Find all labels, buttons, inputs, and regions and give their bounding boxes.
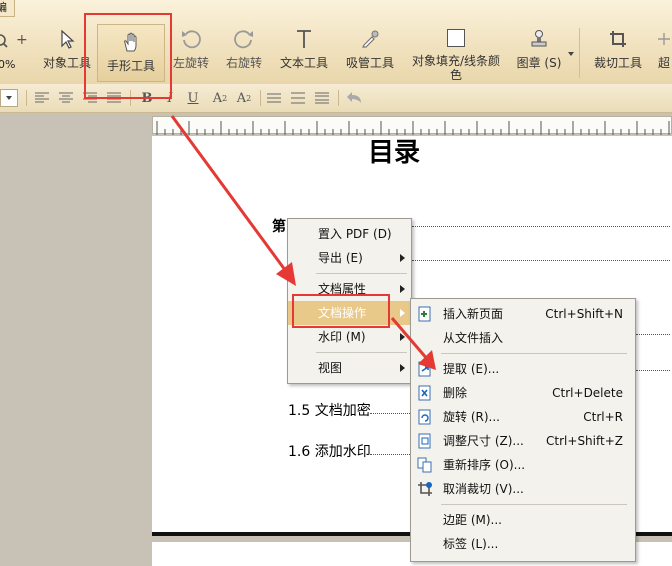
page-title: 目录 xyxy=(368,138,421,168)
crop-tool-button[interactable]: 裁切工具 xyxy=(590,22,646,82)
toc-leader xyxy=(412,226,670,227)
zoom-level: 0% xyxy=(0,58,16,71)
zoom-control[interactable]: + 0% xyxy=(0,30,28,80)
submenu-item-uncrop[interactable]: 取消裁切 (V)... xyxy=(411,477,635,501)
submenu-arrow-icon xyxy=(400,309,405,317)
zoom-in-icon[interactable]: + xyxy=(16,32,28,48)
menu-separator xyxy=(316,273,407,274)
submenu-item-resize[interactable]: 调整尺寸 (Z)... Ctrl+Shift+Z xyxy=(411,429,635,453)
toc-leader xyxy=(636,370,670,371)
submenu-item-insert-new-page[interactable]: 插入新页面 Ctrl+Shift+N xyxy=(411,302,635,326)
submenu-item-insert-from-file[interactable]: 从文件插入 xyxy=(411,326,635,350)
format-separator xyxy=(338,90,339,106)
menu-item-watermark[interactable]: 水印 (M) xyxy=(288,325,411,349)
format-separator xyxy=(260,90,261,106)
fill-color-button[interactable]: 对象填充/线条颜 色 xyxy=(408,22,504,82)
rotate-left-icon xyxy=(180,28,202,50)
stamp-icon xyxy=(528,28,550,50)
toc-leader xyxy=(412,260,670,261)
undo-icon[interactable] xyxy=(344,89,364,107)
stamp-button[interactable]: 图章 (S) xyxy=(514,22,564,82)
line-spacing-3-icon[interactable] xyxy=(314,89,330,107)
more-icon xyxy=(656,28,672,50)
highlight-document-operations xyxy=(292,294,390,328)
more-tool-button[interactable]: 超 xyxy=(656,22,672,82)
delete-page-icon xyxy=(418,385,431,401)
rotate-page-icon xyxy=(418,409,431,425)
superscript-button[interactable]: A2 xyxy=(210,89,230,107)
menu-separator xyxy=(441,504,627,505)
submenu-arrow-icon xyxy=(400,254,405,262)
line-spacing-1-icon[interactable] xyxy=(266,89,282,107)
reorder-pages-icon xyxy=(417,457,432,473)
uncrop-icon xyxy=(418,482,432,496)
format-separator xyxy=(26,90,27,106)
line-spacing-2-icon[interactable] xyxy=(290,89,306,107)
submenu-item-rotate[interactable]: 旋转 (R)... Ctrl+R xyxy=(411,405,635,429)
insert-page-icon xyxy=(418,306,431,322)
toc-heading: 第 xyxy=(272,219,286,235)
toc-leader xyxy=(370,413,410,414)
menu-separator xyxy=(316,352,407,353)
eyedropper-icon xyxy=(359,28,381,50)
menu-item-import-pdf[interactable]: 置入 PDF (D) xyxy=(288,222,411,246)
eyedropper-button[interactable]: 吸管工具 xyxy=(342,22,398,82)
toc-leader xyxy=(370,454,410,455)
submenu-arrow-icon xyxy=(400,333,405,341)
extract-page-icon xyxy=(418,361,431,377)
submenu-item-delete[interactable]: 删除 Ctrl+Delete xyxy=(411,381,635,405)
arrow-cursor-icon xyxy=(56,28,78,50)
text-tool-button[interactable]: 文本工具 xyxy=(276,22,332,82)
menu-separator xyxy=(441,353,627,354)
submenu-arrow-icon xyxy=(400,285,405,293)
submenu-item-margins[interactable]: 边距 (M)... xyxy=(411,508,635,532)
submenu-item-labels[interactable]: 标签 (L)... xyxy=(411,532,635,556)
toc-leader xyxy=(636,334,670,335)
align-left-icon[interactable] xyxy=(34,89,50,107)
tab-edit[interactable]: 编辑 xyxy=(0,0,15,17)
zoom-search-icon xyxy=(0,34,8,48)
menu-item-view[interactable]: 视图 xyxy=(288,356,411,380)
align-center-icon[interactable] xyxy=(58,89,74,107)
toc-entry[interactable]: 1.5 文档加密 xyxy=(288,400,371,420)
stamp-dropdown-icon[interactable] xyxy=(568,52,574,56)
ribbon-separator xyxy=(579,28,580,78)
submenu-arrow-icon xyxy=(400,364,405,372)
fill-color-icon xyxy=(445,28,467,48)
resize-page-icon xyxy=(418,433,431,449)
submenu-item-reorder[interactable]: 重新排序 (O)... xyxy=(411,453,635,477)
document-operations-submenu: 插入新页面 Ctrl+Shift+N 从文件插入 提取 (E)... 删除 Ct… xyxy=(410,298,636,562)
submenu-item-extract[interactable]: 提取 (E)... xyxy=(411,357,635,381)
font-size-dropdown[interactable] xyxy=(0,89,18,107)
underline-button[interactable]: U xyxy=(186,89,200,107)
subscript-button[interactable]: A2 xyxy=(234,89,254,107)
toc-entry[interactable]: 1.6 添加水印 xyxy=(288,441,371,461)
menu-item-export[interactable]: 导出 (E) xyxy=(288,246,411,270)
rotate-right-button[interactable]: 右旋转 xyxy=(218,22,270,82)
rotate-right-icon xyxy=(233,28,255,50)
chevron-down-icon xyxy=(6,96,12,100)
text-tool-icon xyxy=(293,28,315,50)
crop-icon xyxy=(607,28,629,50)
rotate-left-button[interactable]: 左旋转 xyxy=(166,22,216,82)
highlight-hand-tool xyxy=(84,13,172,99)
